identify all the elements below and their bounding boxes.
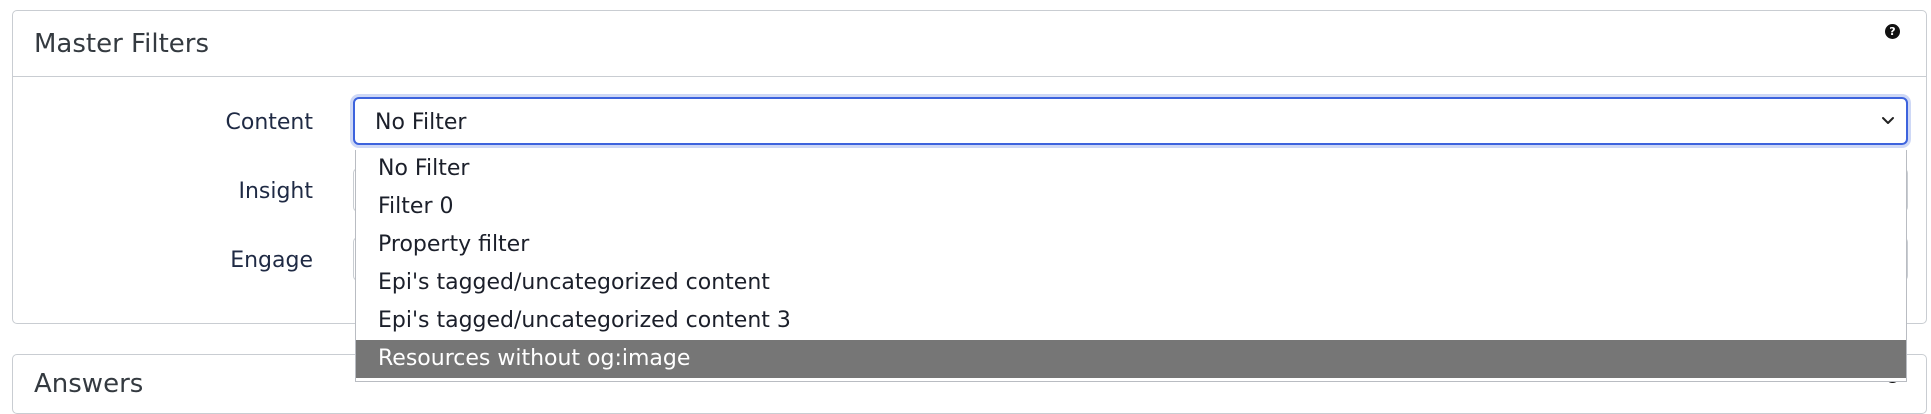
content-label: Content: [225, 110, 314, 135]
dropdown-option[interactable]: Filter 0: [356, 188, 1906, 226]
dropdown-option[interactable]: Epi's tagged/uncategorized content: [356, 264, 1906, 302]
engage-label: Engage: [230, 248, 313, 273]
chevron-down-icon: [1882, 117, 1894, 124]
question-circle-icon[interactable]: ?: [1885, 24, 1900, 39]
dropdown-option-highlighted[interactable]: Resources without og:image: [356, 340, 1906, 378]
answers-title: Answers: [34, 369, 144, 399]
content-select-value: No Filter: [375, 110, 467, 135]
dropdown-option[interactable]: Epi's tagged/uncategorized content 3: [356, 302, 1906, 340]
insight-label: Insight: [238, 179, 313, 204]
content-dropdown-list: No Filter Filter 0 Property filter Epi's…: [355, 150, 1907, 382]
panel-title: Master Filters: [34, 29, 209, 59]
dropdown-option[interactable]: No Filter: [356, 150, 1906, 188]
dropdown-option[interactable]: Property filter: [356, 226, 1906, 264]
master-filters-header: Master Filters ?: [13, 11, 1926, 77]
content-select[interactable]: No Filter: [353, 97, 1908, 145]
